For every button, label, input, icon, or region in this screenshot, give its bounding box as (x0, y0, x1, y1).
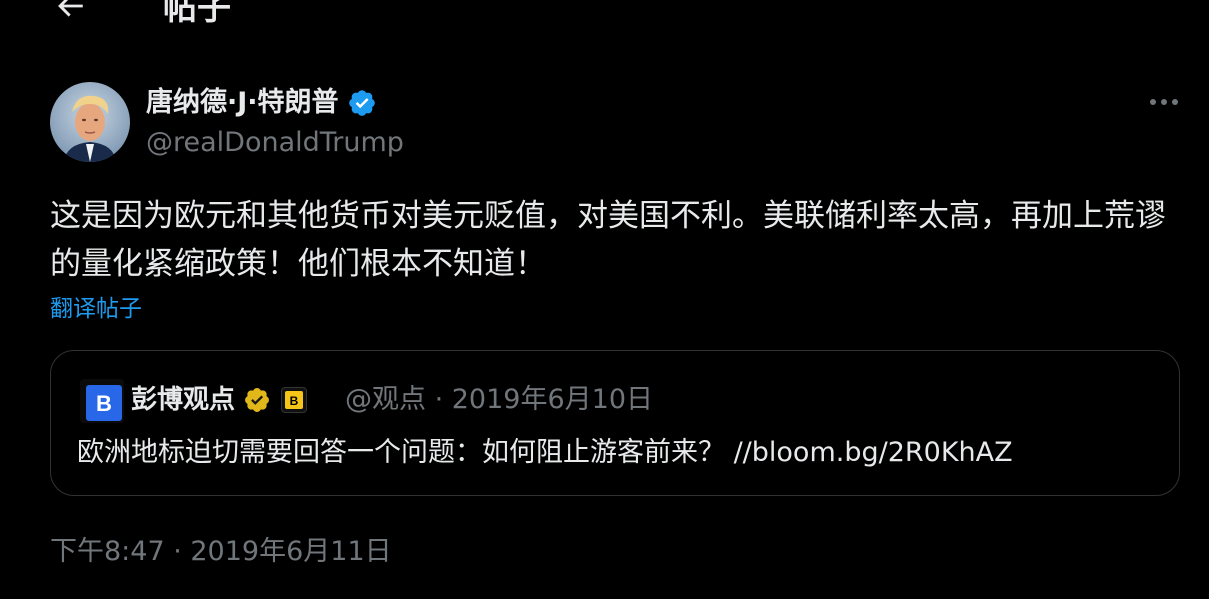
author-display-name[interactable]: 唐纳德·J·特朗普 (146, 86, 377, 120)
verified-badge-icon (348, 90, 375, 116)
quote-author-name-text: 彭博观点 (131, 385, 236, 415)
svg-text:B: B (96, 391, 112, 416)
affiliate-badge-icon: B (281, 387, 308, 413)
arrow-left-icon (58, 0, 83, 17)
more-options-button[interactable] (1146, 90, 1182, 114)
author-avatar[interactable] (50, 82, 130, 162)
quote-author-name: 彭博观点 B (131, 383, 308, 417)
page-title: 帖子 (163, 0, 231, 28)
translate-post-link[interactable]: 翻译帖子 (50, 292, 142, 326)
tweet-timestamp[interactable]: 下午8:47 · 2019年6月11日 (50, 534, 392, 570)
more-horizontal-icon (1150, 99, 1178, 105)
quoted-tweet-card[interactable]: B 彭博观点 B @观点 · 2019年6月10日 欧洲地标迫切需要回答一个问题… (50, 350, 1180, 496)
avatar-image (50, 82, 130, 162)
quote-meta: @观点 · 2019年6月10日 (345, 384, 653, 415)
svg-text:B: B (290, 394, 299, 408)
author-handle[interactable]: @realDonaldTrump (146, 126, 404, 160)
quote-avatar: B (80, 379, 124, 423)
author-name-text: 唐纳德·J·特朗普 (146, 87, 339, 118)
tweet-detail-page: 帖子 唐纳德·J·特朗普 @realDonaldTrump 这是因为欧元和其他货… (0, 0, 1209, 599)
back-button[interactable] (50, 0, 90, 26)
bloomberg-logo-icon: B (80, 379, 124, 423)
quote-text: 欧洲地标迫切需要回答一个问题：如何阻止游客前来？ //bloom.bg/2R0K… (77, 437, 1013, 468)
tweet-text: 这是因为欧元和其他货币对美元贬值，对美国不利。美联储利率太高，再加上荒谬的量化紧… (50, 198, 1166, 282)
gold-verified-badge-icon (245, 388, 269, 412)
